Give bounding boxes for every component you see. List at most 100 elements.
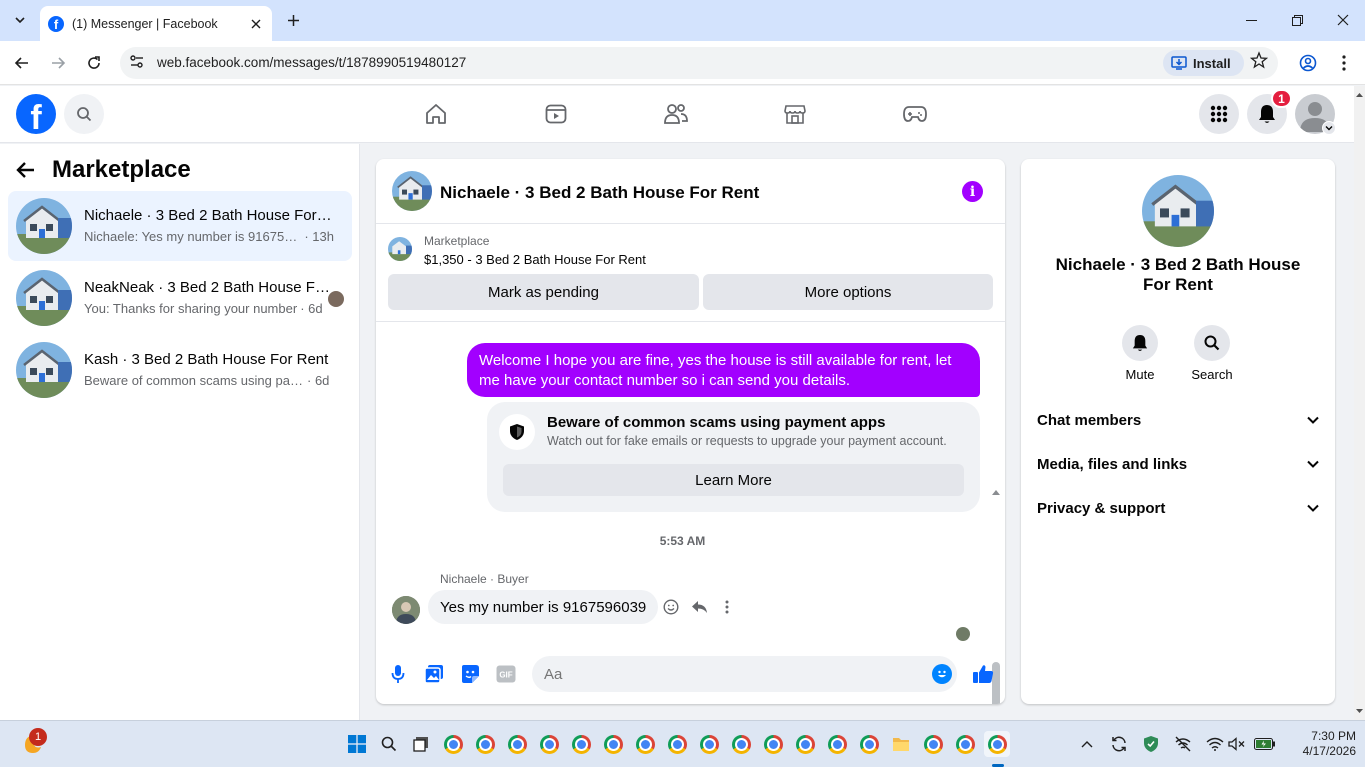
message-more-button[interactable] bbox=[717, 597, 737, 617]
taskbar-chrome-icon[interactable] bbox=[536, 731, 562, 757]
message-timestamp: 5:53 AM bbox=[659, 534, 706, 548]
page-scrollbar[interactable] bbox=[1354, 86, 1365, 720]
message-input[interactable] bbox=[532, 656, 957, 692]
outgoing-message[interactable]: Welcome I hope you are fine, yes the hou… bbox=[467, 343, 980, 397]
nav-marketplace[interactable] bbox=[775, 96, 815, 132]
mark-as-pending-button[interactable]: Mark as pending bbox=[388, 274, 699, 310]
chat-members-row[interactable]: Chat members bbox=[1029, 398, 1327, 442]
read-receipt-avatar bbox=[956, 627, 970, 641]
taskbar-chrome-icon[interactable] bbox=[664, 731, 690, 757]
conversation-item[interactable]: Kash · 3 Bed 2 Bath House For Rent Bewar… bbox=[8, 335, 352, 405]
address-bar[interactable]: web.facebook.com/messages/t/187899051948… bbox=[120, 47, 1278, 79]
profile-button[interactable] bbox=[1294, 49, 1322, 77]
taskbar-chrome-icon[interactable] bbox=[632, 731, 658, 757]
back-arrow-icon[interactable] bbox=[16, 160, 36, 180]
privacy-support-row[interactable]: Privacy & support bbox=[1029, 486, 1327, 530]
taskbar-chrome-icon[interactable] bbox=[600, 731, 626, 757]
tab-close-icon[interactable] bbox=[248, 16, 264, 32]
taskbar-chrome-icon[interactable] bbox=[792, 731, 818, 757]
gif-button[interactable]: GIF bbox=[495, 663, 517, 685]
task-view-button[interactable] bbox=[408, 731, 434, 757]
react-button[interactable] bbox=[661, 597, 681, 617]
taskbar-chrome-icon[interactable] bbox=[696, 731, 722, 757]
taskbar-chrome-icon[interactable] bbox=[472, 731, 498, 757]
scam-warning-card: Beware of common scams using payment app… bbox=[487, 402, 980, 512]
chevron-down-icon bbox=[1307, 416, 1319, 424]
chat-thumbnail[interactable] bbox=[392, 171, 432, 211]
incoming-message[interactable]: Yes my number is 9167596039 bbox=[428, 590, 659, 624]
nav-friends[interactable] bbox=[656, 96, 696, 132]
browser-menu-button[interactable] bbox=[1330, 49, 1358, 77]
bookmark-button[interactable] bbox=[1250, 51, 1268, 69]
taskbar-chrome-icon[interactable] bbox=[760, 731, 786, 757]
restore-button[interactable] bbox=[1274, 0, 1320, 40]
mute-button[interactable]: Mute bbox=[1110, 325, 1170, 382]
search-icon bbox=[381, 736, 397, 752]
show-hidden-icons-button[interactable] bbox=[1074, 731, 1100, 757]
reload-button[interactable] bbox=[80, 49, 108, 77]
close-window-button[interactable] bbox=[1320, 0, 1365, 40]
network-disconnected-icon[interactable] bbox=[1170, 731, 1196, 757]
sender-avatar[interactable] bbox=[392, 596, 420, 624]
account-caret-icon[interactable] bbox=[1322, 121, 1336, 135]
taskbar-chrome-icon[interactable] bbox=[952, 731, 978, 757]
listing-thumbnail bbox=[1142, 175, 1214, 247]
thumbs-up-icon bbox=[973, 665, 994, 683]
taskbar-chrome-icon[interactable] bbox=[504, 731, 530, 757]
game-controller-icon bbox=[903, 106, 927, 122]
search-label: Search bbox=[1191, 367, 1233, 382]
new-tab-button[interactable] bbox=[282, 9, 304, 31]
menu-button[interactable] bbox=[1199, 94, 1239, 134]
taskbar-chrome-icon[interactable] bbox=[920, 731, 946, 757]
nav-video[interactable] bbox=[536, 96, 576, 132]
svg-text:GIF: GIF bbox=[499, 671, 512, 680]
star-icon bbox=[1250, 51, 1268, 69]
taskbar-chrome-icon[interactable] bbox=[824, 731, 850, 757]
taskbar-chrome-icon[interactable] bbox=[728, 731, 754, 757]
search-conversation-button[interactable]: Search bbox=[1182, 325, 1242, 382]
reply-button[interactable] bbox=[689, 597, 709, 617]
taskbar-chrome-icon[interactable] bbox=[440, 731, 466, 757]
taskbar-chrome-icon[interactable] bbox=[856, 731, 882, 757]
conversation-item[interactable]: NeakNeak · 3 Bed 2 Bath House For Rent Y… bbox=[8, 263, 352, 333]
learn-more-button[interactable]: Learn More bbox=[503, 464, 964, 496]
taskbar-search-button[interactable] bbox=[376, 731, 402, 757]
nav-home[interactable] bbox=[416, 96, 456, 132]
like-button[interactable] bbox=[972, 663, 994, 685]
chat-title[interactable]: Nichaele · 3 Bed 2 Bath House For Rent bbox=[440, 183, 759, 203]
taskbar-chrome-icon[interactable] bbox=[568, 731, 594, 757]
emoji-button[interactable] bbox=[932, 664, 952, 684]
install-app-button[interactable]: Install bbox=[1163, 50, 1244, 76]
back-button[interactable] bbox=[8, 49, 36, 77]
voice-clip-button[interactable] bbox=[387, 663, 409, 685]
sticker-button[interactable] bbox=[459, 663, 481, 685]
listing-thumbnail bbox=[16, 198, 72, 254]
volume-muted-icon[interactable] bbox=[1224, 731, 1250, 757]
nav-gaming[interactable] bbox=[895, 96, 935, 132]
minimize-button[interactable] bbox=[1228, 0, 1274, 40]
message-list: Welcome I hope you are fine, yes the hou… bbox=[376, 321, 1005, 704]
attach-photo-button[interactable] bbox=[423, 663, 445, 685]
shield-icon bbox=[499, 414, 535, 450]
taskbar-chrome-icon-active[interactable] bbox=[984, 731, 1010, 757]
taskbar-clock[interactable]: 7:30 PM 4/17/2026 bbox=[1286, 729, 1356, 759]
more-options-button[interactable]: More options bbox=[703, 274, 993, 310]
conversation-item[interactable]: Nichaele · 3 Bed 2 Bath House For Rent N… bbox=[8, 191, 352, 261]
forward-button[interactable] bbox=[44, 49, 72, 77]
browser-tab[interactable]: f (1) Messenger | Facebook bbox=[40, 6, 272, 41]
site-info-icon[interactable] bbox=[128, 53, 146, 71]
start-button[interactable] bbox=[344, 731, 370, 757]
sync-icon[interactable] bbox=[1106, 731, 1132, 757]
row-label: Privacy & support bbox=[1037, 499, 1166, 517]
reply-icon bbox=[691, 601, 707, 613]
facebook-logo[interactable]: f bbox=[16, 94, 56, 134]
facebook-search-button[interactable] bbox=[64, 94, 104, 134]
conversation-time: · 6d bbox=[307, 373, 330, 388]
battery-charging-icon[interactable] bbox=[1252, 731, 1278, 757]
media-files-links-row[interactable]: Media, files and links bbox=[1029, 442, 1327, 486]
file-explorer-icon[interactable] bbox=[888, 731, 914, 757]
security-shield-icon[interactable] bbox=[1138, 731, 1164, 757]
tab-search-button[interactable] bbox=[6, 8, 34, 32]
info-panel-name: Nichaele · 3 Bed 2 Bath House For Rent bbox=[1055, 255, 1301, 294]
info-icon[interactable]: i bbox=[962, 181, 983, 202]
